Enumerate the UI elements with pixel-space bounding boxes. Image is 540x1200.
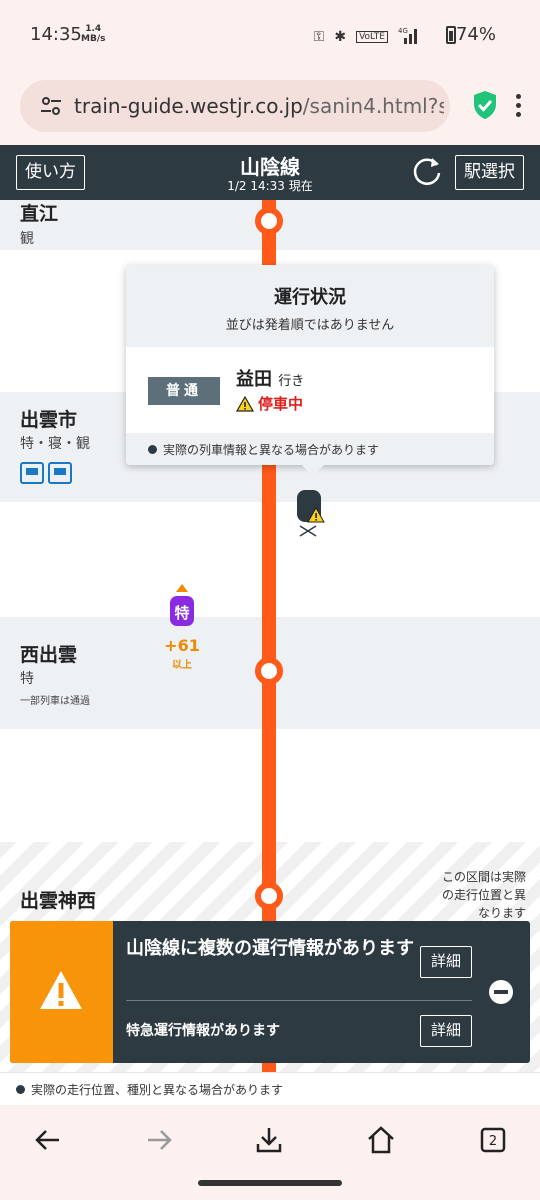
bottom-note: 実際の走行位置、種別と異なる場合があります	[0, 1072, 540, 1105]
gesture-handle	[198, 1180, 342, 1186]
station-note: 一部列車は通過	[20, 696, 90, 707]
popup-pointer	[302, 465, 324, 477]
popup-subtitle: 並びは発着順ではありません	[225, 318, 395, 333]
detail-button[interactable]: 詳細	[420, 946, 472, 978]
volte-icon: VoLTE	[356, 31, 388, 43]
station-name[interactable]: 出雲市	[20, 405, 77, 432]
train-icon	[20, 462, 44, 484]
popup-title: 運行状況	[274, 287, 346, 308]
banner-warning-panel	[10, 921, 113, 1063]
network-speed: 1.4 MB/s	[81, 24, 106, 44]
station-select-button[interactable]: 駅選択	[455, 155, 524, 190]
popup-footer: 実際の列車情報と異なる場合があります	[126, 433, 494, 465]
section-note: この区間は実際の走行位置と異なります	[441, 870, 526, 920]
banner-divider	[126, 1000, 472, 1001]
battery-icon	[446, 26, 456, 44]
transfer-icons	[20, 462, 72, 484]
collapse-icon[interactable]	[489, 980, 513, 1004]
local-train-marker[interactable]	[296, 488, 330, 538]
shield-check-icon[interactable]	[472, 90, 498, 120]
station-attrs: 観	[20, 231, 34, 247]
svg-text:2: 2	[489, 1134, 497, 1149]
svg-text:4G: 4G	[398, 27, 408, 35]
download-icon[interactable]	[254, 1125, 284, 1155]
more-menu-icon[interactable]	[514, 94, 522, 120]
station-node[interactable]	[255, 657, 283, 685]
station-name[interactable]: 出雲神西	[20, 886, 96, 913]
signal-icon: 4G	[398, 26, 420, 48]
warning-icon	[236, 395, 254, 412]
battery-percent: 74%	[455, 24, 496, 45]
banner-title: 山陰線に複数の運行情報があります	[126, 938, 414, 959]
station-node[interactable]	[255, 882, 283, 910]
status-icons: ⚿ ✱ VoLTE 4G	[314, 26, 420, 48]
site-settings-icon[interactable]	[40, 95, 62, 117]
detail-button[interactable]: 詳細	[420, 1015, 472, 1047]
app-header: 使い方 山陰線 1/2 14:33 現在 駅選択	[0, 145, 540, 200]
url-bar[interactable]: train-guide.westjr.co.jp/sanin4.html?st=	[20, 80, 450, 132]
warning-icon	[40, 971, 82, 1009]
bluetooth-icon: ✱	[334, 29, 347, 45]
train-kind-badge: 普通	[148, 377, 220, 405]
station-attrs: 特	[20, 671, 34, 687]
train-status-popup[interactable]: 運行状況 並びは発着順ではありません 普通 益田 行き 停車中 実際の列車情報と…	[126, 265, 494, 477]
back-arrow-icon[interactable]	[33, 1125, 63, 1155]
reload-icon[interactable]	[410, 155, 444, 189]
bus-icon	[48, 462, 72, 484]
station-node[interactable]	[255, 207, 283, 235]
home-icon[interactable]	[366, 1125, 396, 1155]
key-icon: ⚿	[313, 29, 325, 45]
url-text[interactable]: train-guide.westjr.co.jp/sanin4.html?st=	[74, 94, 444, 118]
station-attrs: 特・寝・観	[20, 436, 90, 452]
delay-minutes: +61	[164, 636, 200, 655]
banner-subtitle: 特急運行情報があります	[126, 1023, 280, 1039]
tabs-icon[interactable]: 2	[478, 1125, 508, 1155]
train-status: 停車中	[236, 393, 303, 414]
popup-footnote: 実際の列車情報と異なる場合があります	[148, 441, 379, 458]
forward-arrow-icon[interactable]	[144, 1125, 174, 1155]
service-info-banner[interactable]: 山陰線に複数の運行情報があります 詳細 特急運行情報があります 詳細	[10, 921, 530, 1063]
station-name[interactable]: 西出雲	[20, 640, 77, 667]
status-time: 14:35	[30, 24, 82, 45]
station-name[interactable]: 直江	[20, 200, 58, 226]
train-destination: 益田 行き	[236, 369, 305, 390]
browser-toolbar: train-guide.westjr.co.jp/sanin4.html?st=	[0, 70, 540, 145]
svg-text:特: 特	[174, 604, 189, 622]
status-bar: 14:35 1.4 MB/s ⚿ ✱ VoLTE 4G 74%	[0, 0, 540, 70]
delay-suffix: 以上	[172, 660, 192, 671]
